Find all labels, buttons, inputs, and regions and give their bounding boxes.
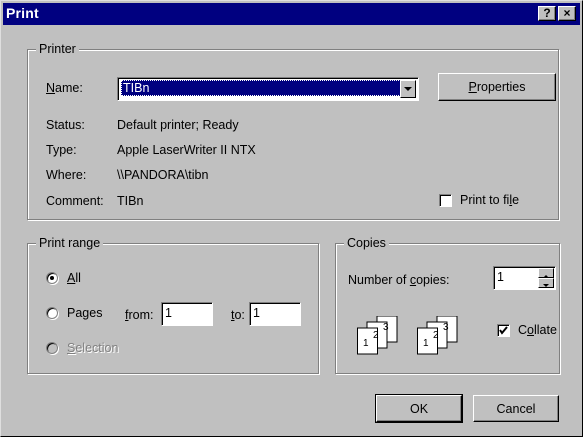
pages-radio[interactable] <box>46 307 58 319</box>
comment-value: TIBn <box>117 194 144 208</box>
comment-label: Comment: <box>46 194 104 208</box>
selection-radio-label[interactable]: Selection <box>67 340 118 356</box>
spin-up-button[interactable] <box>538 268 554 278</box>
to-label: to: <box>231 308 245 322</box>
pages-radio-label[interactable]: Pages <box>67 305 102 321</box>
collate-checkbox[interactable] <box>497 324 510 337</box>
checkmark-icon <box>499 326 508 335</box>
printer-group-label: Printer <box>36 41 79 57</box>
from-value: 1 <box>165 306 172 320</box>
page-number-3: 3 <box>443 322 449 333</box>
print-range-group-label: Print range <box>36 235 104 251</box>
status-value: Default printer; Ready <box>117 118 239 132</box>
help-button[interactable]: ? <box>538 6 556 21</box>
properties-button-label: Properties <box>468 80 526 94</box>
spin-down-button[interactable] <box>538 278 554 288</box>
page-number-2: 2 <box>373 330 379 341</box>
selection-radio[interactable] <box>46 342 58 354</box>
print-to-file-label[interactable]: Print to file <box>460 192 519 208</box>
copies-value: 1 <box>497 270 504 284</box>
print-dialog: Print ? × Printer Name: TIBn Properties … <box>0 0 583 437</box>
cancel-button[interactable]: Cancel <box>473 395 559 422</box>
copies-spinner[interactable]: 1 <box>493 266 556 290</box>
copies-group-label: Copies <box>344 235 389 251</box>
number-of-copies-label: Number of copies: <box>348 273 450 287</box>
chevron-down-icon <box>404 87 412 91</box>
collate-set-1-icon: 1 2 3 <box>357 315 407 356</box>
to-value: 1 <box>253 306 260 320</box>
page-number-1: 1 <box>423 338 429 349</box>
all-radio[interactable] <box>46 272 58 284</box>
where-value: \\PANDORA\tibn <box>117 168 209 182</box>
printer-dropdown-button[interactable] <box>400 80 416 98</box>
collate-set-2-icon: 1 2 3 <box>417 315 467 356</box>
close-icon: × <box>563 6 571 20</box>
close-button[interactable]: × <box>558 6 576 21</box>
cancel-button-label: Cancel <box>496 402 536 416</box>
ok-button[interactable]: OK <box>375 394 463 423</box>
status-label: Status: <box>46 118 85 132</box>
printer-name-value: TIBn <box>121 80 401 96</box>
printer-name-combobox[interactable]: TIBn <box>117 77 419 101</box>
print-to-file-checkbox[interactable] <box>439 194 452 207</box>
radio-selected-dot <box>50 276 54 280</box>
type-value: Apple LaserWriter II NTX <box>117 143 256 157</box>
type-label: Type: <box>46 143 77 157</box>
from-label: from: <box>125 308 154 322</box>
page-number-3: 3 <box>383 322 389 333</box>
properties-button[interactable]: Properties <box>438 73 556 101</box>
help-icon: ? <box>543 6 551 20</box>
window-title: Print <box>6 5 39 21</box>
spin-down-icon <box>543 284 549 287</box>
title-bar[interactable]: Print ? × <box>3 3 580 25</box>
printer-name-label: Name: <box>46 81 83 95</box>
where-label: Where: <box>46 168 87 182</box>
to-input[interactable]: 1 <box>249 302 301 326</box>
page-number-1: 1 <box>363 338 369 349</box>
all-radio-label[interactable]: All <box>67 270 81 286</box>
ok-button-label: OK <box>409 402 429 416</box>
page-number-2: 2 <box>433 330 439 341</box>
from-input[interactable]: 1 <box>161 302 213 326</box>
collate-label[interactable]: Collate <box>518 322 557 338</box>
